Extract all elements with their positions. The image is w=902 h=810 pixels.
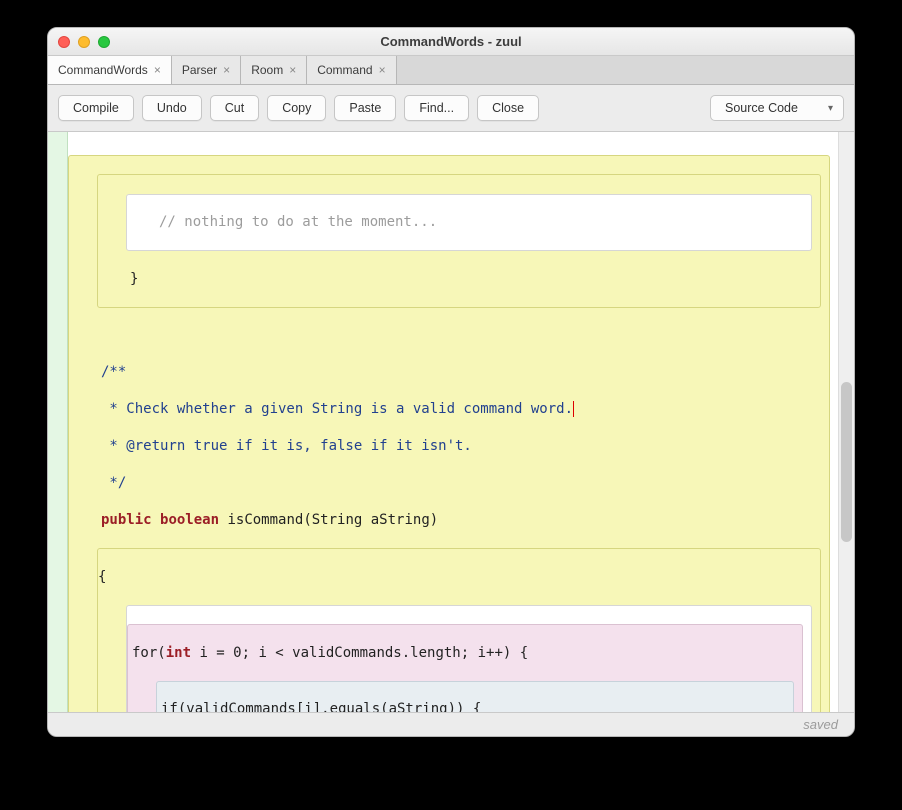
fold-gutter[interactable]: [48, 132, 68, 712]
close-tab-icon[interactable]: ×: [289, 64, 296, 76]
close-tab-icon[interactable]: ×: [379, 64, 386, 76]
close-button[interactable]: Close: [477, 95, 539, 121]
tab-label: Room: [251, 63, 283, 77]
tab-parser[interactable]: Parser ×: [172, 56, 241, 84]
javadoc: */: [101, 475, 126, 491]
zoom-window-icon[interactable]: [98, 36, 110, 48]
find-button[interactable]: Find...: [404, 95, 469, 121]
tab-label: CommandWords: [58, 63, 148, 77]
save-status: saved: [803, 717, 838, 732]
titlebar: CommandWords - zuul: [48, 28, 854, 56]
tab-room[interactable]: Room ×: [241, 56, 307, 84]
view-select[interactable]: Source Code ▾: [710, 95, 844, 121]
javadoc: /**: [101, 364, 126, 380]
editor: // nothing to do at the moment... } /** …: [48, 131, 854, 712]
vertical-scrollbar[interactable]: [838, 132, 854, 712]
toolbar: Compile Undo Cut Copy Paste Find... Clos…: [48, 85, 854, 131]
minimize-window-icon[interactable]: [78, 36, 90, 48]
javadoc: * @return true if it is, false if it isn…: [101, 438, 472, 454]
close-window-icon[interactable]: [58, 36, 70, 48]
javadoc: * Check whether a given String is a vali…: [101, 401, 573, 417]
compile-button[interactable]: Compile: [58, 95, 134, 121]
code-comment: // nothing to do at the moment...: [159, 214, 437, 230]
window-title: CommandWords - zuul: [48, 34, 854, 49]
text-cursor: [573, 401, 574, 417]
app-window: CommandWords - zuul CommandWords × Parse…: [47, 27, 855, 737]
close-tab-icon[interactable]: ×: [223, 64, 230, 76]
window-controls: [58, 36, 110, 48]
tab-bar: CommandWords × Parser × Room × Command ×: [48, 56, 854, 85]
tab-commandwords[interactable]: CommandWords ×: [48, 56, 172, 84]
scrollbar-thumb[interactable]: [841, 382, 852, 542]
chevron-down-icon: ▾: [828, 103, 833, 114]
tab-label: Parser: [182, 63, 217, 77]
view-select-label: Source Code: [725, 101, 798, 115]
cut-button[interactable]: Cut: [210, 95, 259, 121]
close-tab-icon[interactable]: ×: [154, 64, 161, 76]
undo-button[interactable]: Undo: [142, 95, 202, 121]
paste-button[interactable]: Paste: [334, 95, 396, 121]
code-area[interactable]: // nothing to do at the moment... } /** …: [68, 132, 838, 712]
copy-button[interactable]: Copy: [267, 95, 326, 121]
tab-label: Command: [317, 63, 372, 77]
tab-command[interactable]: Command ×: [307, 56, 396, 84]
status-bar: saved: [48, 712, 854, 736]
